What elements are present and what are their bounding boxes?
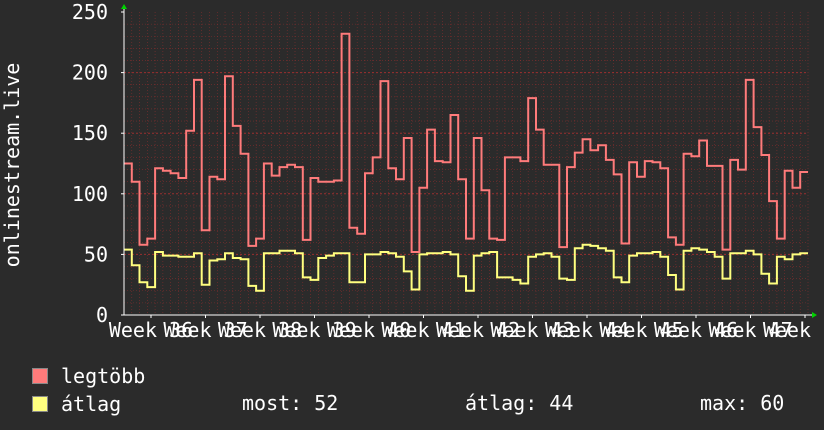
legend-label-max: legtöbb	[61, 364, 146, 388]
legend-swatch-avg	[32, 396, 48, 412]
stat-avg: átlag: 44	[465, 391, 574, 415]
chart: 0 50 100 150 200 250 Week 36 Week 37 Week 38 Wee…	[0, 0, 824, 430]
y-tick-label: 0	[96, 303, 108, 327]
y-ticks: 0 50 100 150 200 250	[72, 0, 124, 327]
legend: legtöbb átlag most: 52 átlag: 44 max: 60	[30, 362, 810, 418]
y-axis-label: onlinestream.live	[0, 63, 24, 268]
x-ticks: Week 36Week 37Week 38Week 39Week 40Week …	[109, 315, 824, 342]
y-tick-label: 150	[72, 121, 108, 145]
stat-max: max: 60	[700, 391, 785, 415]
legend-item-max: legtöbb	[30, 362, 810, 390]
y-tick-label: 200	[72, 61, 108, 85]
legend-label-avg: átlag	[61, 392, 122, 416]
y-axis-arrow	[121, 4, 127, 9]
y-tick-label: 100	[72, 182, 108, 206]
x-tick-label: Week 48	[763, 318, 824, 342]
y-tick-label: 50	[84, 242, 108, 266]
y-tick-label: 250	[72, 0, 108, 24]
stat-now: most: 52	[242, 391, 339, 415]
chart-svg: 0 50 100 150 200 250 Week 36Week 37Week 38Wee…	[0, 0, 824, 342]
legend-swatch-max	[32, 368, 48, 384]
legend-item-avg: átlag most: 52 átlag: 44 max: 60	[30, 390, 810, 418]
